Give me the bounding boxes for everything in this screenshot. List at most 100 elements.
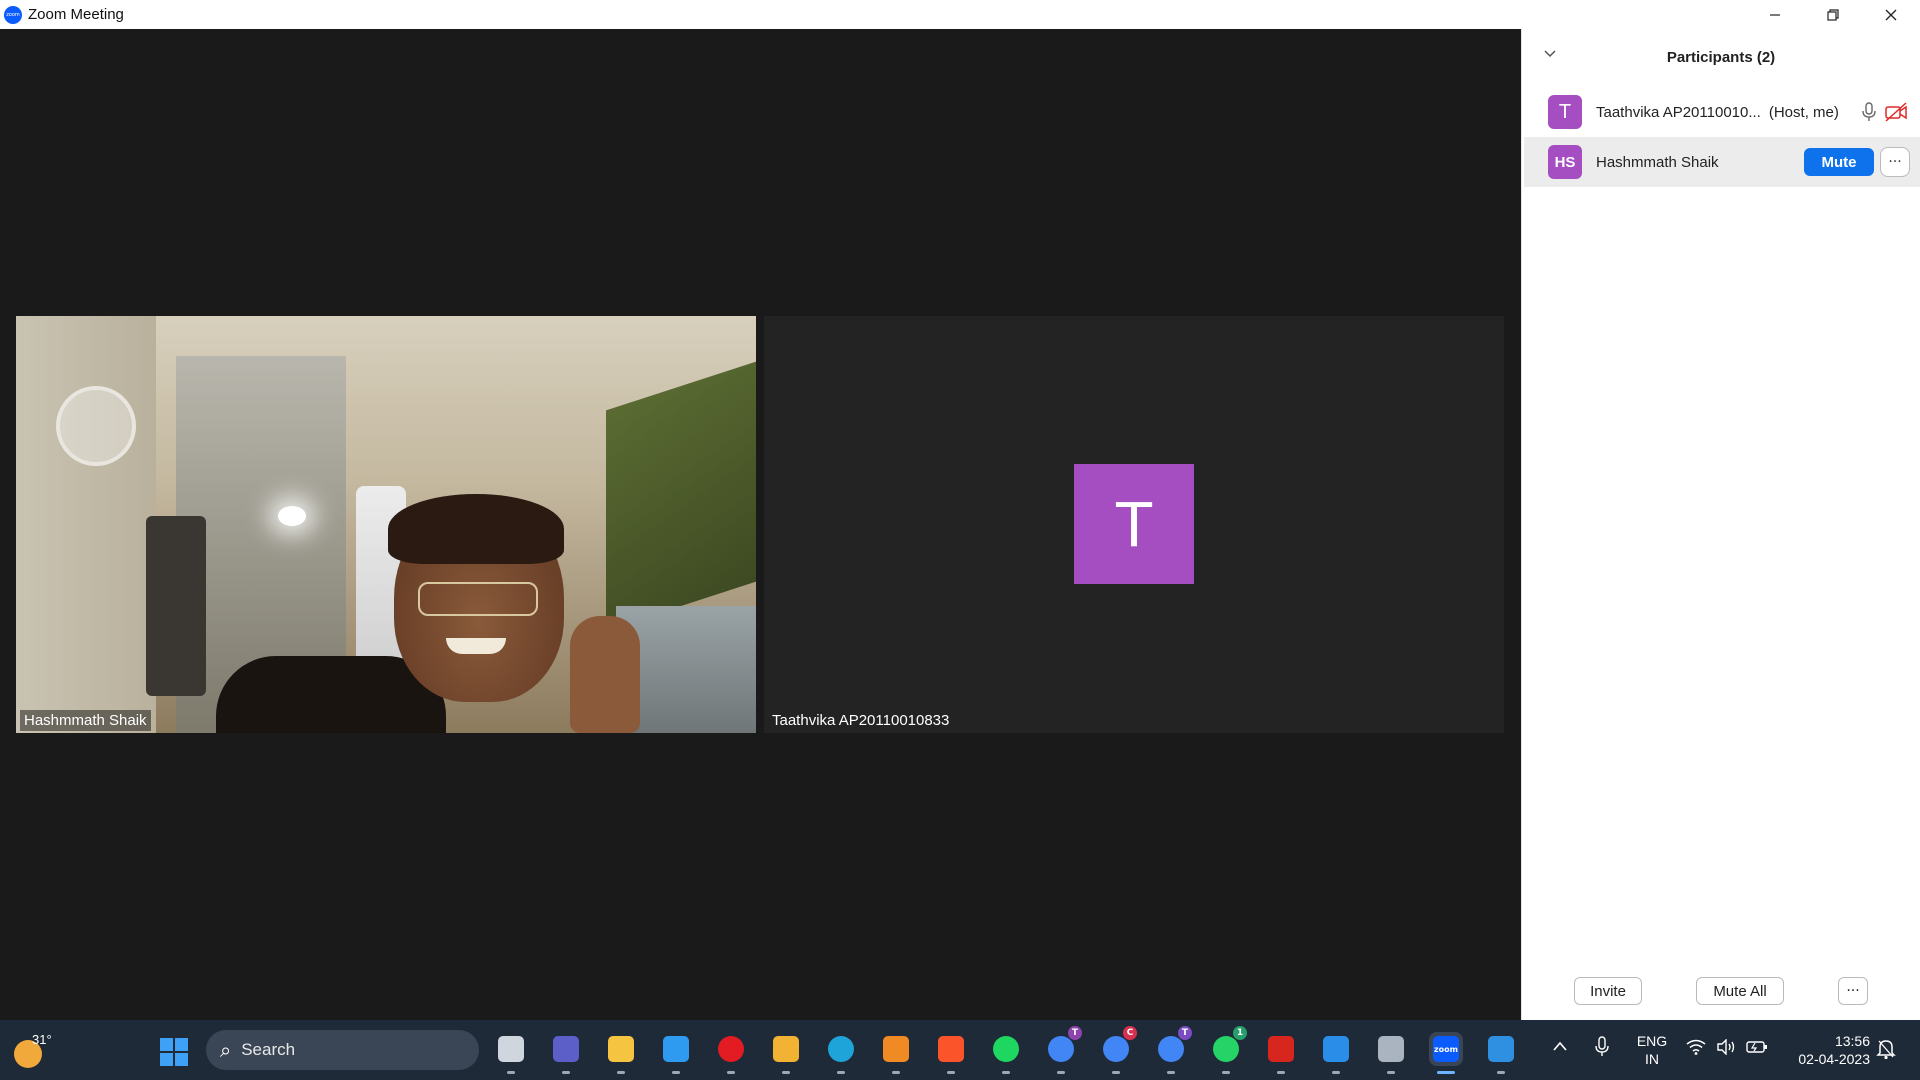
restore-button[interactable] xyxy=(1804,0,1862,29)
opera-icon xyxy=(718,1036,744,1062)
person-hair-image xyxy=(388,494,564,564)
search-placeholder: Search xyxy=(241,1040,296,1059)
participant-name: Taathvika AP20110010... xyxy=(1596,103,1761,121)
spotify-taskbar-icon[interactable] xyxy=(989,1032,1023,1074)
start-button[interactable] xyxy=(160,1038,188,1066)
settings-icon xyxy=(1378,1036,1404,1062)
vscode-icon xyxy=(1488,1036,1514,1062)
app-badge: C xyxy=(1123,1026,1137,1040)
ceiling-light-image xyxy=(278,506,306,526)
participant-row-host[interactable]: T Taathvika AP20110010... (Host, me) xyxy=(1524,87,1920,137)
video-tile-name: Taathvika AP20110010833 xyxy=(772,712,950,729)
chevron-up-icon[interactable] xyxy=(1552,1038,1568,1056)
participants-panel: Participants (2) T Taathvika AP20110010.… xyxy=(1521,29,1920,1020)
running-indicator xyxy=(947,1071,955,1074)
running-indicator xyxy=(617,1071,625,1074)
participants-footer: Invite Mute All ··· xyxy=(1522,960,1920,1020)
teams-chat-icon xyxy=(553,1036,579,1062)
weather-temperature: 31° xyxy=(32,1032,52,1047)
chrome-profile-c-icon xyxy=(1103,1036,1129,1062)
running-indicator xyxy=(1222,1071,1230,1074)
language-indicator[interactable]: ENG IN xyxy=(1636,1032,1668,1068)
running-indicator xyxy=(507,1071,515,1074)
wall-fan-image xyxy=(56,386,136,466)
notification-bell-icon[interactable] xyxy=(1876,1038,1896,1064)
hanging-clothes-image xyxy=(146,516,206,696)
running-indicator xyxy=(1057,1071,1065,1074)
close-button[interactable] xyxy=(1862,0,1920,29)
running-indicator xyxy=(1167,1071,1175,1074)
clock-date: 02-04-2023 xyxy=(1798,1051,1870,1067)
running-indicator xyxy=(1277,1071,1285,1074)
battery-icon[interactable] xyxy=(1746,1040,1768,1058)
chrome-profile-t-icon xyxy=(1048,1036,1074,1062)
clock-time: 13:56 xyxy=(1834,1033,1870,1049)
participant-role-tag: (Host, me) xyxy=(1768,103,1839,121)
running-indicator xyxy=(1437,1071,1455,1074)
file-explorer-taskbar-icon[interactable] xyxy=(604,1032,638,1074)
window-controls xyxy=(1746,0,1920,29)
chevron-down-icon[interactable] xyxy=(1544,47,1556,63)
person-glasses-image xyxy=(418,582,538,616)
whatsapp-taskbar-icon[interactable]: 1 xyxy=(1209,1026,1247,1074)
window-title: Zoom Meeting xyxy=(28,6,124,23)
zoom-app-icon: zoom xyxy=(4,5,22,24)
taskbar-search[interactable]: ⌕ Search xyxy=(206,1030,479,1070)
chrome-profile-c-taskbar-icon[interactable]: C xyxy=(1099,1026,1137,1074)
participant-more-button[interactable]: ··· xyxy=(1880,147,1910,177)
brave-like-shield-icon xyxy=(773,1036,799,1062)
adobe-acrobat-icon xyxy=(1268,1036,1294,1062)
vscode-taskbar-icon[interactable] xyxy=(1484,1032,1518,1074)
running-indicator xyxy=(562,1071,570,1074)
zoom-taskbar-icon[interactable]: zoom xyxy=(1429,1032,1463,1074)
app-badge: 1 xyxy=(1233,1026,1247,1040)
task-view-icon xyxy=(498,1036,524,1062)
invite-button[interactable]: Invite xyxy=(1574,977,1642,1005)
windows-logo-tile xyxy=(160,1053,173,1066)
running-indicator xyxy=(1002,1071,1010,1074)
brave-like-shield-taskbar-icon[interactable] xyxy=(769,1032,803,1074)
microphone-icon[interactable] xyxy=(1594,1036,1610,1062)
running-indicator xyxy=(1332,1071,1340,1074)
search-icon: ⌕ xyxy=(220,1038,232,1062)
chrome-profile-t2-taskbar-icon[interactable]: T xyxy=(1154,1026,1192,1074)
system-clock[interactable]: 13:56 02-04-2023 xyxy=(1784,1032,1870,1068)
volume-icon[interactable] xyxy=(1716,1038,1736,1059)
participants-title: Participants (2) xyxy=(1666,48,1776,66)
video-tile-name: Hashmmath Shaik xyxy=(20,710,151,731)
running-indicator xyxy=(727,1071,735,1074)
video-tile-taathvika[interactable]: T Taathvika AP20110010833 xyxy=(764,316,1504,733)
teams-chat-taskbar-icon[interactable] xyxy=(549,1032,583,1074)
video-off-icon[interactable] xyxy=(1884,101,1908,123)
mute-participant-button[interactable]: Mute xyxy=(1804,148,1874,176)
opera-taskbar-icon[interactable] xyxy=(714,1032,748,1074)
spotify-icon xyxy=(993,1036,1019,1062)
wifi-icon[interactable] xyxy=(1686,1039,1706,1059)
chrome-profile-t2-icon xyxy=(1158,1036,1184,1062)
brave-icon xyxy=(938,1036,964,1062)
windows-logo-tile xyxy=(175,1038,188,1051)
zoom-icon: zoom xyxy=(1433,1036,1459,1062)
task-view-taskbar-icon[interactable] xyxy=(494,1032,528,1074)
microsoft-store-icon xyxy=(663,1036,689,1062)
edge-taskbar-icon[interactable] xyxy=(824,1032,858,1074)
participant-row-attendee[interactable]: HS Hashmmath Shaik Mute ··· xyxy=(1524,137,1920,187)
adobe-acrobat-taskbar-icon[interactable] xyxy=(1264,1032,1298,1074)
video-tile-hashmmath[interactable]: Hashmmath Shaik xyxy=(16,316,756,733)
minimize-button[interactable] xyxy=(1746,0,1804,29)
brave-taskbar-icon[interactable] xyxy=(934,1032,968,1074)
more-options-button[interactable]: ··· xyxy=(1838,977,1868,1005)
chrome-profile-t-taskbar-icon[interactable]: T xyxy=(1044,1026,1082,1074)
avatar: T xyxy=(1548,95,1582,129)
photos-taskbar-icon[interactable] xyxy=(1319,1032,1353,1074)
microsoft-store-taskbar-icon[interactable] xyxy=(659,1032,693,1074)
weather-widget[interactable]: 31° xyxy=(12,1032,52,1068)
mute-all-button[interactable]: Mute All xyxy=(1696,977,1784,1005)
brave-alt-taskbar-icon[interactable] xyxy=(879,1032,913,1074)
microphone-icon[interactable] xyxy=(1858,101,1880,123)
settings-taskbar-icon[interactable] xyxy=(1374,1032,1408,1074)
running-indicator xyxy=(782,1071,790,1074)
person-smile-image xyxy=(446,638,506,654)
running-indicator xyxy=(1112,1071,1120,1074)
close-icon xyxy=(1885,9,1897,20)
